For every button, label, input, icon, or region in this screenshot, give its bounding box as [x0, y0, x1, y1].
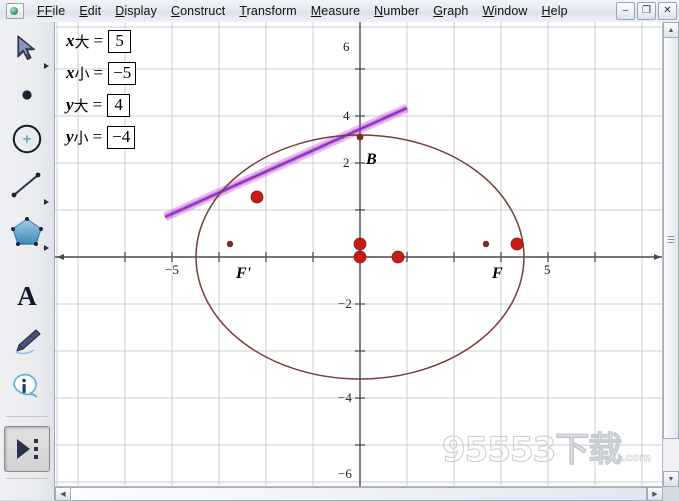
param-var: x — [66, 31, 75, 51]
param-qualifier: 小 — [73, 128, 89, 147]
param-x-min[interactable]: x 小 = −5 — [66, 62, 137, 85]
y-axis-label-2: 2 — [343, 155, 350, 170]
point-icon — [22, 90, 32, 100]
menu-item-file[interactable]: FFileFile — [30, 2, 72, 21]
y-axis-label-6: 6 — [343, 39, 350, 54]
menu-item-transform[interactable]: Transform — [232, 2, 303, 21]
param-var: y — [66, 127, 74, 147]
scroll-down-button[interactable]: ▼ — [663, 471, 679, 487]
text-tool[interactable]: A — [4, 272, 50, 318]
param-equals: = — [93, 31, 104, 51]
flyout-arrow-icon[interactable] — [44, 245, 49, 251]
scroll-left-button[interactable]: ◀ — [55, 487, 71, 501]
param-y-min[interactable]: y 小 = −4 — [66, 126, 136, 149]
scroll-up-button[interactable]: ▲ — [663, 22, 679, 38]
param-var: x — [66, 63, 75, 83]
polygon-tool[interactable] — [4, 208, 50, 254]
param-equals: = — [92, 95, 103, 115]
y-axis-label-m4: −4 — [338, 390, 352, 405]
param-qualifier: 大 — [73, 96, 89, 115]
param-value[interactable]: 4 — [107, 94, 131, 117]
close-button[interactable]: ✕ — [658, 2, 677, 20]
point-tool[interactable] — [4, 72, 50, 118]
sketch-canvas[interactable]: 6 4 2 −2 −4 −6 −5 5 F' F B x 大 = 5 x 小 = −5 y大… — [55, 22, 663, 487]
menu-item-edit[interactable]: Edit — [72, 2, 108, 21]
line-segment-icon — [11, 172, 41, 198]
menu-item-help[interactable]: Help — [535, 2, 575, 21]
param-value[interactable]: −5 — [108, 62, 137, 85]
param-qualifier: 小 — [74, 64, 90, 83]
selected-point-origin[interactable] — [353, 250, 367, 264]
selected-point-on-ellipse-right[interactable] — [510, 237, 524, 251]
document-icon[interactable] — [6, 3, 24, 19]
param-value[interactable]: 5 — [108, 30, 132, 53]
selected-point-on-axis[interactable] — [391, 250, 405, 264]
param-qualifier: 大 — [74, 32, 90, 51]
param-equals: = — [92, 127, 103, 147]
x-axis-label-5: 5 — [544, 262, 551, 277]
straightedge-tool[interactable] — [4, 162, 50, 208]
y-axis-label-m6: −6 — [338, 466, 352, 481]
tangent-contact-point[interactable] — [250, 190, 264, 204]
selected-point-upper-origin[interactable] — [353, 237, 367, 251]
param-equals: = — [93, 63, 104, 83]
focus-right-point[interactable] — [482, 240, 490, 248]
arrow-select-tool[interactable] — [4, 26, 50, 72]
param-x-max[interactable]: x 大 = 5 — [66, 30, 132, 53]
pentagon-icon — [11, 217, 43, 246]
menu-item-graph[interactable]: Graph — [426, 2, 475, 21]
information-tool[interactable] — [4, 364, 50, 410]
flyout-arrow-icon[interactable] — [44, 63, 49, 69]
vertical-scroll-thumb[interactable] — [663, 37, 679, 439]
menu-item-number[interactable]: Number — [367, 2, 426, 21]
arrow-cursor-icon — [17, 35, 36, 61]
menu-item-construct[interactable]: Construct — [164, 2, 232, 21]
custom-tool[interactable] — [4, 426, 50, 472]
horizontal-scrollbar[interactable]: ◀ ▶ — [55, 486, 663, 501]
play-dots-icon — [17, 439, 38, 459]
window-controls: – ❐ ✕ — [616, 2, 677, 20]
label-focus-right[interactable]: F — [492, 265, 503, 283]
menu-item-display[interactable]: Display — [108, 2, 164, 21]
menu-item-measure[interactable]: Measure — [304, 2, 367, 21]
scroll-right-button[interactable]: ▶ — [647, 487, 663, 501]
x-axis-label-m5: −5 — [165, 262, 179, 277]
param-var: y — [66, 95, 74, 115]
menu-bar: FFileFile Edit Display Construct Transfo… — [0, 0, 679, 23]
y-axis-label-m2: −2 — [338, 296, 352, 311]
param-value[interactable]: −4 — [107, 126, 136, 149]
flyout-arrow-icon[interactable] — [44, 199, 49, 205]
vertical-scrollbar[interactable]: ▲ ▼ — [662, 22, 679, 487]
param-y-max[interactable]: y 大 = 4 — [66, 94, 131, 117]
focus-left-point[interactable] — [226, 240, 234, 248]
restore-button[interactable]: ❐ — [637, 2, 656, 20]
circle-icon — [12, 124, 42, 154]
label-focus-left[interactable]: F' — [236, 265, 251, 283]
y-axis-label-4: 4 — [343, 108, 350, 123]
sketch-graphics — [55, 22, 663, 487]
point-b[interactable] — [356, 133, 364, 141]
toolbox: A — [0, 22, 55, 500]
compass-circle-tool[interactable] — [4, 116, 50, 162]
sketchpad-window: FFileFile Edit Display Construct Transfo… — [0, 0, 679, 501]
svg-text:A: A — [17, 281, 37, 310]
text-A-icon: A — [17, 281, 37, 310]
horizontal-scroll-thumb[interactable] — [70, 487, 647, 501]
menu-item-window[interactable]: Window — [475, 2, 534, 21]
marker-pen-icon — [15, 329, 41, 355]
marker-tool[interactable] — [4, 318, 50, 364]
info-bubble-icon — [13, 373, 38, 398]
label-point-b[interactable]: B — [366, 151, 377, 169]
minimize-button[interactable]: – — [616, 2, 635, 20]
